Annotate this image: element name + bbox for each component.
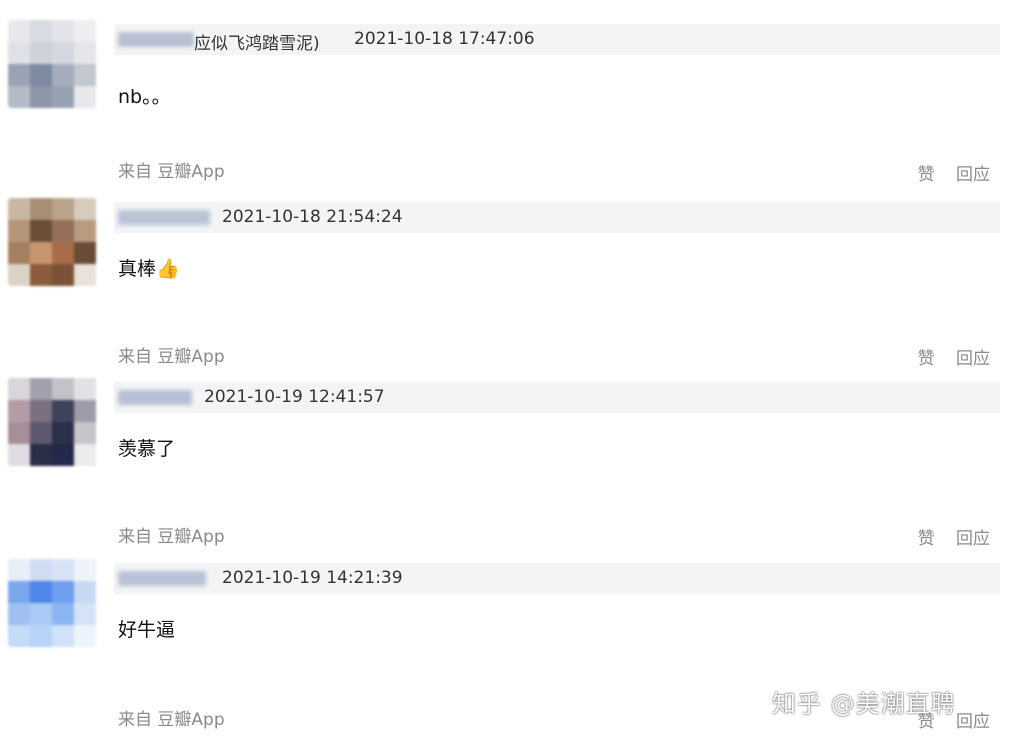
username-suffix[interactable]: 应似飞鸿踏雪泥): [194, 29, 320, 54]
comment-timestamp: 2021-10-19 14:21:39: [222, 568, 403, 588]
comment-actions: 赞 回应: [902, 524, 990, 549]
thumbs-up-icon: 👍: [156, 258, 180, 280]
username-redacted[interactable]: [118, 390, 192, 405]
comment-actions: 赞 回应: [902, 344, 990, 369]
avatar[interactable]: [8, 20, 96, 108]
comment-source: 来自 豆瓣App: [118, 162, 225, 182]
like-button[interactable]: 赞: [918, 529, 935, 549]
comment-meta-bar: 应似飞鸿踏雪泥) 2021-10-18 17:47:06: [114, 24, 1000, 55]
comment-meta-bar: 2021-10-18 21:54:24: [114, 202, 1000, 233]
comment-timestamp: 2021-10-18 17:47:06: [354, 29, 535, 49]
avatar[interactable]: [8, 198, 96, 286]
comment-source: 来自 豆瓣App: [118, 527, 225, 547]
comment-meta-bar: 2021-10-19 14:21:39: [114, 563, 1000, 594]
comment-text: nb。。: [118, 86, 171, 108]
comment-timestamp: 2021-10-19 12:41:57: [204, 387, 385, 407]
comment-text-content: 真棒: [118, 258, 157, 280]
comment-text: 真棒👍: [118, 254, 180, 281]
username-redacted[interactable]: [118, 32, 194, 47]
avatar[interactable]: [8, 559, 96, 647]
reply-button[interactable]: 回应: [956, 165, 990, 185]
username-redacted[interactable]: [118, 210, 210, 225]
comment-item: 应似飞鸿踏雪泥) 2021-10-18 17:47:06 nb。。 来自 豆瓣A…: [0, 20, 1014, 200]
zhihu-watermark: 知乎 @美潮直聘: [772, 690, 956, 718]
username-redacted[interactable]: [118, 571, 206, 586]
reply-button[interactable]: 回应: [956, 349, 990, 369]
avatar[interactable]: [8, 378, 96, 466]
comment-item: 2021-10-19 12:41:57 羡慕了 来自 豆瓣App 赞 回应: [0, 378, 1014, 558]
comment-source: 来自 豆瓣App: [118, 710, 225, 730]
comment-text: 羡慕了: [118, 438, 176, 460]
comment-text: 好牛逼: [118, 619, 176, 641]
reply-button[interactable]: 回应: [956, 712, 990, 732]
comment-source: 来自 豆瓣App: [118, 347, 225, 367]
like-button[interactable]: 赞: [918, 349, 935, 369]
like-button[interactable]: 赞: [918, 165, 935, 185]
comment-actions: 赞 回应: [902, 160, 990, 185]
comment-timestamp: 2021-10-18 21:54:24: [222, 207, 403, 227]
comment-item: 2021-10-18 21:54:24 真棒👍 来自 豆瓣App 赞 回应: [0, 198, 1014, 378]
reply-button[interactable]: 回应: [956, 529, 990, 549]
comment-meta-bar: 2021-10-19 12:41:57: [114, 382, 1000, 413]
